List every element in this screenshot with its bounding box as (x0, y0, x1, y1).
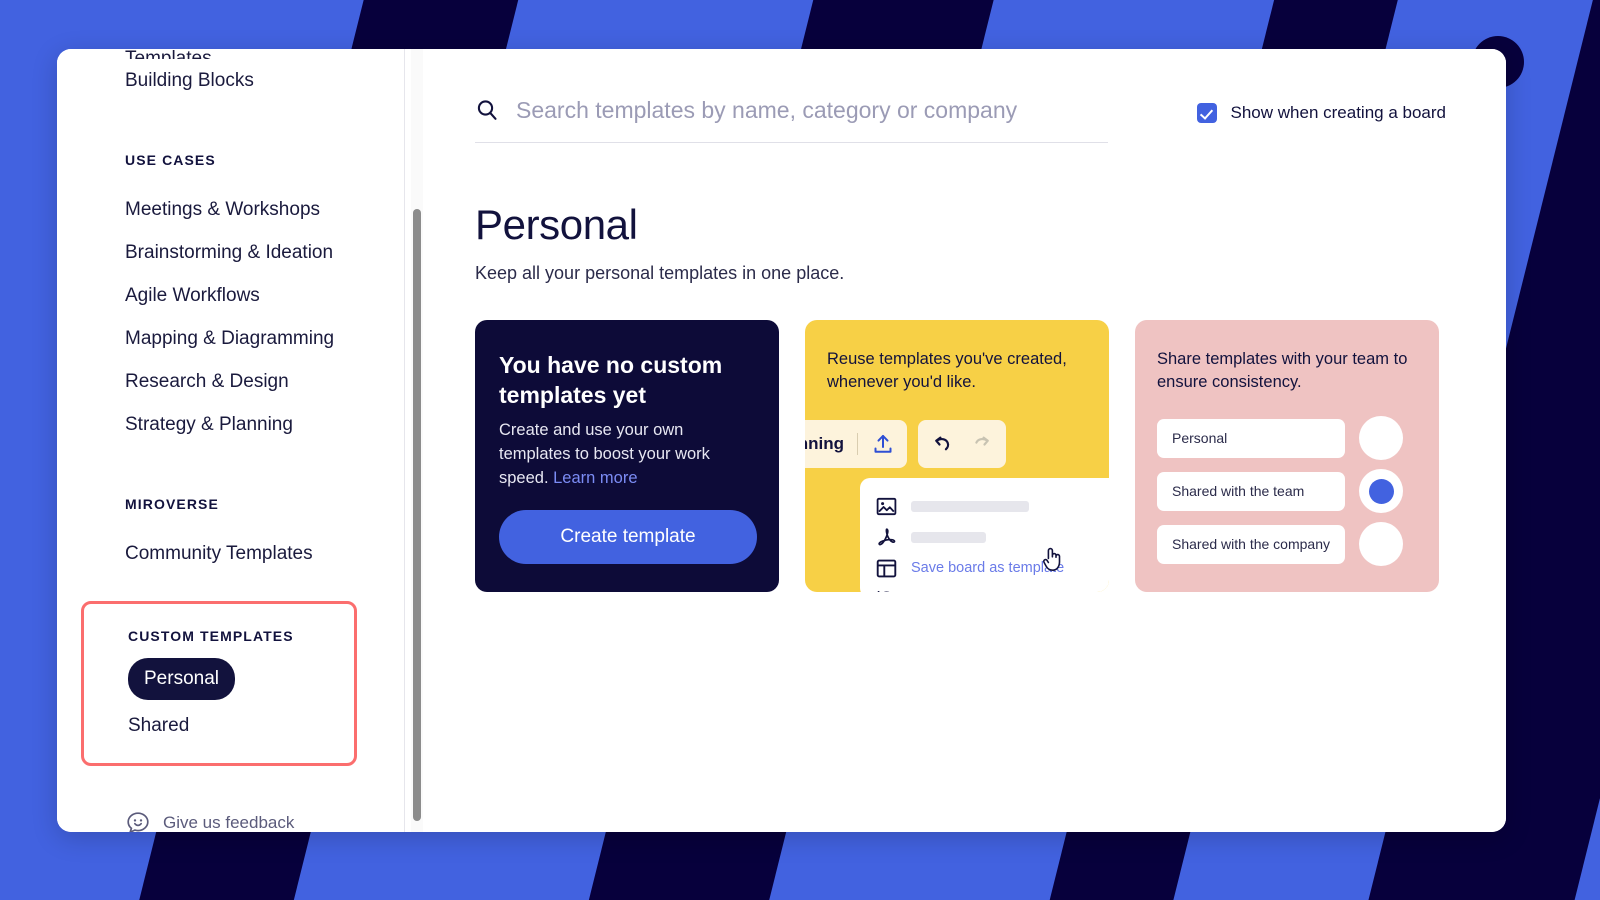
toolbar-divider (857, 433, 858, 455)
page-title: Personal (475, 201, 638, 248)
share-visibility-options: Personal Shared with the team Shared wit… (1157, 416, 1403, 566)
promo-cards-row: You have no custom templates yet Create … (475, 320, 1446, 592)
share-radio-shared-with-the-company[interactable] (1359, 522, 1403, 566)
history-restore-icon (876, 589, 897, 592)
share-option-row: Shared with the company (1157, 522, 1403, 566)
share-radio-shared-with-the-team[interactable] (1359, 469, 1403, 513)
create-template-button[interactable]: Create template (499, 510, 757, 565)
search-input[interactable] (516, 97, 1108, 124)
custom-templates-highlight-box: CUSTOM TEMPLATES Personal Shared (81, 601, 357, 766)
share-radio-personal[interactable] (1359, 416, 1403, 460)
sidebar-section-custom-templates: CUSTOM TEMPLATES (128, 628, 294, 644)
main-content: Show when creating a board Personal Keep… (405, 49, 1506, 832)
show-when-creating-a-board-toggle[interactable]: Show when creating a board (1196, 103, 1446, 123)
template-layout-icon (876, 558, 897, 579)
reuse-card-caption: Reuse templates you've created, whenever… (827, 350, 1067, 392)
sidebar-item-research-design[interactable]: Research & Design (125, 360, 405, 403)
share-option-shared-with-the-company[interactable]: Shared with the company (1157, 524, 1345, 564)
board-toolbar-right-mock (918, 420, 1006, 468)
share-card-caption: Share templates with your team to ensure… (1157, 350, 1408, 392)
radio-dot (1369, 532, 1394, 557)
share-option-row: Shared with the team (1157, 469, 1403, 513)
sidebar-item-personal[interactable]: Personal (128, 658, 235, 700)
sidebar-scroll-area: Templates Building Blocks USE CASES Meet… (81, 49, 405, 832)
share-option-shared-with-the-team[interactable]: Shared with the team (1157, 471, 1345, 511)
learn-more-link[interactable]: Learn more (553, 469, 637, 487)
sidebar-item-meetings-workshops[interactable]: Meetings & Workshops (125, 188, 405, 231)
radio-dot (1368, 478, 1394, 504)
share-templates-card: Share templates with your team to ensure… (1135, 320, 1439, 592)
search-icon (475, 98, 500, 123)
sidebar-item-agile-workflows[interactable]: Agile Workflows (125, 274, 405, 317)
templates-modal: Templates Building Blocks USE CASES Meet… (57, 49, 1506, 832)
upload-icon[interactable] (871, 432, 895, 456)
sidebar-item-mapping-diagramming[interactable]: Mapping & Diagramming (125, 317, 405, 360)
menu-item-export-image[interactable] (876, 492, 1109, 520)
menu-item-history[interactable] (876, 585, 1109, 592)
feedback-smiley-icon (125, 810, 151, 832)
board-name-label: nning (805, 434, 844, 453)
share-option-row: Personal (1157, 416, 1403, 460)
sidebar-item-shared[interactable]: Shared (128, 704, 354, 747)
board-context-menu-mock: Save board as template (860, 478, 1109, 592)
image-icon (876, 496, 897, 517)
menu-item-placeholder-bar (911, 500, 1029, 512)
hand-pointer-cursor (1040, 545, 1066, 575)
empty-state-title: You have no custom templates yet (499, 352, 723, 409)
page-subtitle: Keep all your personal templates in one … (475, 263, 845, 283)
reuse-templates-card: Reuse templates you've created, whenever… (805, 320, 1109, 592)
sidebar-divider (404, 49, 405, 832)
sidebar-section-use-cases: USE CASES (125, 152, 216, 168)
empty-state-body: Create and use your own templates to boo… (499, 419, 753, 491)
share-option-personal[interactable]: Personal (1157, 418, 1345, 458)
menu-item-export-pdf[interactable] (876, 523, 1109, 551)
sidebar-item-clipped[interactable]: Templates (125, 49, 405, 59)
sidebar-item-strategy-planning[interactable]: Strategy & Planning (125, 403, 405, 446)
show-when-creating-checkbox[interactable] (1196, 103, 1217, 123)
menu-item-save-board-as-template[interactable]: Save board as template (876, 554, 1109, 582)
menu-item-placeholder-bar (911, 531, 986, 543)
search-row: Show when creating a board (475, 97, 1446, 143)
give-us-feedback-label: Give us feedback (163, 813, 295, 832)
sidebar-section-miroverse: MIROVERSE (125, 496, 219, 512)
show-when-creating-label: Show when creating a board (1230, 103, 1446, 122)
search-box[interactable] (475, 97, 1108, 143)
radio-dot (1369, 426, 1394, 451)
redo-icon (970, 432, 995, 457)
sidebar-item-building-blocks[interactable]: Building Blocks (125, 59, 405, 102)
sidebar: Templates Building Blocks USE CASES Meet… (57, 49, 405, 832)
give-us-feedback-button[interactable]: Give us feedback (125, 810, 405, 832)
sidebar-scrollbar-thumb[interactable] (413, 209, 421, 821)
board-toolbar-left-mock: nning (805, 420, 907, 468)
empty-state-card: You have no custom templates yet Create … (475, 320, 779, 592)
sidebar-item-brainstorming-ideation[interactable]: Brainstorming & Ideation (125, 231, 405, 274)
sidebar-item-community-templates[interactable]: Community Templates (125, 532, 405, 575)
undo-icon[interactable] (929, 432, 954, 457)
pdf-icon (876, 527, 897, 548)
